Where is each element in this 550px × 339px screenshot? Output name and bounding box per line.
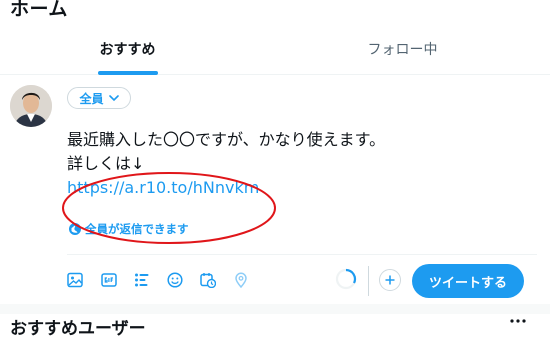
- tab-following[interactable]: フォロー中: [255, 24, 550, 74]
- tab-recommended[interactable]: おすすめ: [0, 24, 255, 74]
- emoji-icon: [167, 272, 183, 288]
- timeline-tabs: おすすめ フォロー中: [0, 24, 550, 75]
- emoji-button[interactable]: [166, 271, 184, 289]
- tweet-button[interactable]: ツイートする: [412, 264, 524, 298]
- tab-recommended-label: おすすめ: [99, 42, 156, 58]
- toolbar-divider: [67, 254, 537, 255]
- section-divider: [0, 304, 550, 314]
- gif-button[interactable]: [100, 271, 118, 289]
- poll-button[interactable]: [133, 271, 151, 289]
- avatar[interactable]: [10, 85, 52, 127]
- avatar-photo: [10, 85, 52, 127]
- active-tab-indicator: [98, 71, 158, 75]
- character-count-ring: [335, 268, 357, 290]
- more-icon[interactable]: [510, 319, 526, 323]
- tweet-text-line: 最近購入した〇〇ですが、かなり使えます。: [67, 130, 386, 149]
- schedule-icon: [200, 273, 216, 288]
- audience-label: 全員: [79, 91, 104, 106]
- gif-icon: [101, 273, 117, 287]
- image-button[interactable]: [66, 271, 84, 289]
- audience-selector-button[interactable]: 全員: [67, 87, 131, 109]
- toolbar-separator: [368, 266, 369, 296]
- location-button[interactable]: [232, 271, 250, 289]
- poll-icon: [135, 273, 149, 287]
- chevron-down-icon: [108, 94, 119, 101]
- schedule-button[interactable]: [199, 271, 217, 289]
- tab-following-label: フォロー中: [367, 42, 438, 58]
- page-title: ホーム: [10, 0, 68, 20]
- add-tweet-button[interactable]: [379, 269, 401, 291]
- location-icon: [235, 272, 247, 288]
- annotation-ellipse: [62, 172, 276, 244]
- image-icon: [67, 272, 83, 288]
- plus-icon: [385, 275, 395, 285]
